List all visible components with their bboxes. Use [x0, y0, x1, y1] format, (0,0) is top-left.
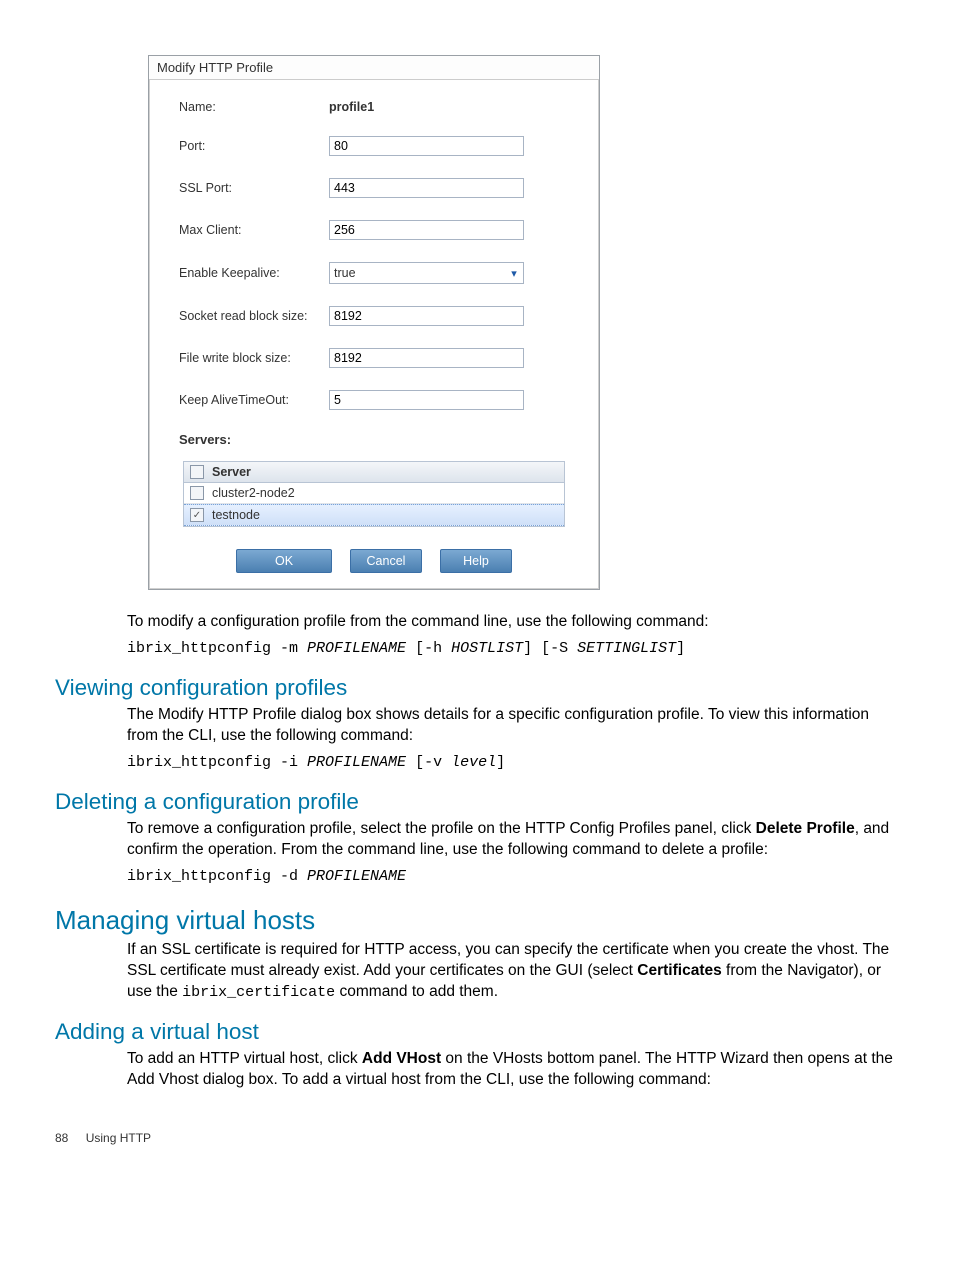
view-paragraph: The Modify HTTP Profile dialog box shows… — [127, 705, 899, 747]
heading-adding-vhost: Adding a virtual host — [55, 1019, 899, 1045]
delete-command: ibrix_httpconfig -d PROFILENAME — [127, 867, 899, 887]
modify-intro-text: To modify a configuration profile from t… — [127, 612, 899, 633]
name-label: Name: — [179, 100, 329, 114]
chevron-down-icon: ▾ — [505, 267, 523, 280]
modify-http-profile-dialog: Modify HTTP Profile Name: profile1 Port:… — [148, 55, 600, 590]
select-all-checkbox[interactable] — [190, 465, 204, 479]
heading-managing-vhosts: Managing virtual hosts — [55, 905, 899, 936]
view-command: ibrix_httpconfig -i PROFILENAME [-v leve… — [127, 753, 899, 773]
servers-table-header: Server — [184, 462, 564, 483]
row-checkbox[interactable]: ✓ — [190, 508, 204, 522]
enable-keepalive-value: true — [330, 266, 505, 280]
keep-alive-timeout-input[interactable] — [329, 390, 524, 410]
dialog-title: Modify HTTP Profile — [149, 56, 599, 80]
heading-viewing-profiles: Viewing configuration profiles — [55, 675, 899, 701]
table-row[interactable]: ✓ testnode — [184, 504, 564, 526]
keep-alive-timeout-label: Keep AliveTimeOut: — [179, 393, 329, 407]
port-label: Port: — [179, 139, 329, 153]
footer-section: Using HTTP — [86, 1131, 151, 1145]
cancel-button[interactable]: Cancel — [350, 549, 422, 573]
ssl-port-label: SSL Port: — [179, 181, 329, 195]
help-button[interactable]: Help — [440, 549, 512, 573]
ok-button[interactable]: OK — [236, 549, 332, 573]
page-number: 88 — [55, 1131, 68, 1145]
server-name: testnode — [212, 508, 260, 522]
modify-command: ibrix_httpconfig -m PROFILENAME [-h HOST… — [127, 639, 899, 659]
delete-paragraph: To remove a configuration profile, selec… — [127, 819, 899, 861]
row-checkbox[interactable] — [190, 486, 204, 500]
table-row[interactable]: cluster2-node2 — [184, 483, 564, 504]
server-name: cluster2-node2 — [212, 486, 295, 500]
enable-keepalive-combo[interactable]: true ▾ — [329, 262, 524, 284]
heading-deleting-profile: Deleting a configuration profile — [55, 789, 899, 815]
add-vhost-paragraph: To add an HTTP virtual host, click Add V… — [127, 1049, 899, 1091]
servers-label: Servers: — [179, 432, 579, 447]
servers-table: Server cluster2-node2 ✓ testnode — [183, 461, 565, 527]
page-footer: 88 Using HTTP — [55, 1131, 899, 1145]
name-value: profile1 — [329, 100, 374, 114]
max-client-label: Max Client: — [179, 223, 329, 237]
ssl-port-input[interactable] — [329, 178, 524, 198]
socket-read-label: Socket read block size: — [179, 309, 329, 323]
max-client-input[interactable] — [329, 220, 524, 240]
file-write-label: File write block size: — [179, 351, 329, 365]
port-input[interactable] — [329, 136, 524, 156]
vhosts-paragraph: If an SSL certificate is required for HT… — [127, 940, 899, 1003]
enable-keepalive-label: Enable Keepalive: — [179, 266, 329, 280]
file-write-input[interactable] — [329, 348, 524, 368]
server-column-header: Server — [212, 465, 251, 479]
socket-read-input[interactable] — [329, 306, 524, 326]
